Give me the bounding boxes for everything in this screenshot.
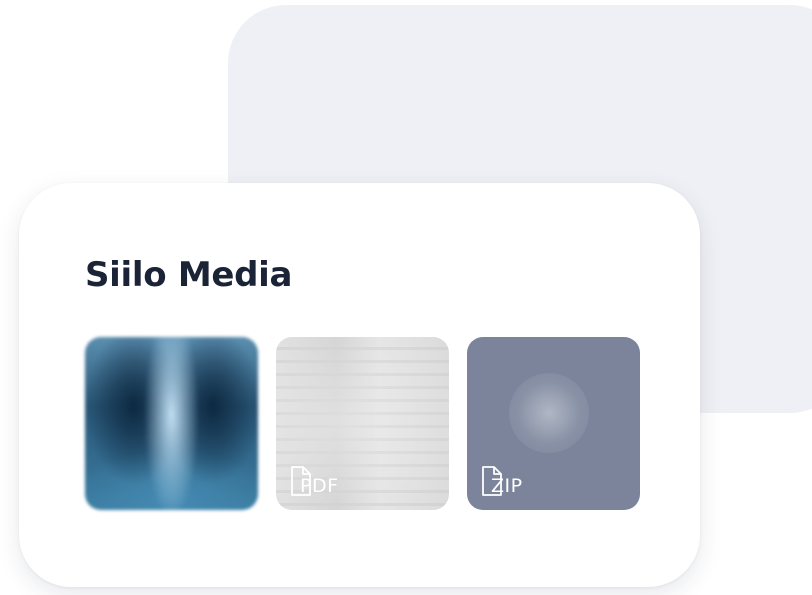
media-tile-pdf[interactable]: PDF <box>276 337 449 510</box>
media-tile-zip[interactable]: ZIP <box>467 337 640 510</box>
stage: Siilo Media PDF ZIP <box>0 0 812 595</box>
zip-preview-blur <box>509 373 589 453</box>
media-tile-xray-image[interactable] <box>85 337 258 510</box>
pdf-file-badge: PDF <box>290 458 339 496</box>
pdf-label: PDF <box>300 475 339 497</box>
media-card: Siilo Media PDF ZIP <box>19 183 700 587</box>
zip-file-badge: ZIP <box>481 458 523 496</box>
zip-label: ZIP <box>491 475 523 497</box>
card-title: Siilo Media <box>85 255 293 295</box>
